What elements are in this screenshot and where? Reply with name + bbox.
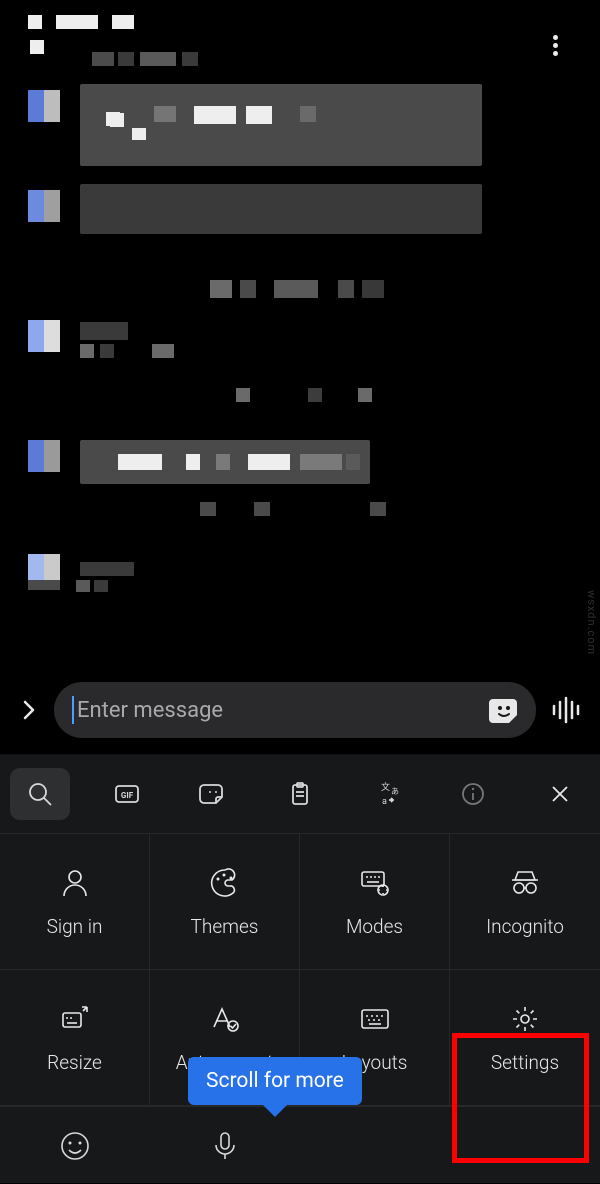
settings-button[interactable]: Settings (450, 970, 600, 1106)
scroll-tooltip: Scroll for more (188, 1057, 362, 1105)
cell-label: Incognito (486, 915, 564, 938)
sign-in-button[interactable]: Sign in (0, 834, 150, 970)
gear-icon (507, 1001, 543, 1037)
modes-icon (357, 865, 393, 901)
cell-label: Modes (346, 915, 403, 938)
microphone-button[interactable] (150, 1129, 300, 1163)
message-bubble[interactable] (80, 84, 482, 166)
cell-label: Resize (47, 1051, 102, 1074)
resize-icon (57, 1001, 93, 1037)
palette-icon (207, 865, 243, 901)
sticker-icon[interactable] (183, 768, 243, 820)
incognito-icon (507, 865, 543, 901)
keyboard-icon (357, 1001, 393, 1037)
cell-label: Settings (491, 1051, 559, 1074)
avatar (28, 320, 60, 352)
emoji-button[interactable] (0, 1129, 150, 1163)
person-icon (57, 865, 93, 901)
cell-label: Themes (191, 915, 259, 938)
keyboard-toolbar: GIF 文あa (0, 755, 600, 833)
svg-text:あ: あ (391, 787, 399, 796)
avatar (28, 190, 60, 222)
incognito-button[interactable]: Incognito (450, 834, 600, 970)
avatar (28, 90, 60, 122)
keyboard-bottom-row (0, 1106, 600, 1184)
gif-icon[interactable]: GIF (97, 768, 157, 820)
resize-button[interactable]: Resize (0, 970, 150, 1106)
sticker-emoji-button[interactable] (488, 694, 522, 728)
message-placeholder: Enter message (77, 698, 223, 723)
svg-text:GIF: GIF (121, 791, 134, 800)
keyboard-panel: GIF 文あa Sign in Themes Modes (0, 754, 600, 1183)
cell-label: Sign in (47, 915, 103, 938)
message-input-row: Enter message (0, 666, 600, 754)
close-icon[interactable] (530, 768, 590, 820)
svg-text:文: 文 (381, 781, 390, 793)
watermark: wsxdn.com (585, 590, 598, 655)
autocorrect-icon (207, 1001, 243, 1037)
modes-button[interactable]: Modes (300, 834, 450, 970)
search-icon[interactable] (10, 768, 70, 820)
expand-button[interactable] (14, 699, 44, 721)
message-input[interactable]: Enter message (54, 682, 536, 738)
svg-text:a: a (382, 797, 387, 807)
mic-icon (208, 1129, 242, 1163)
themes-button[interactable]: Themes (150, 834, 300, 970)
smiley-icon (58, 1129, 92, 1163)
more-menu-button[interactable] (540, 30, 570, 60)
info-icon[interactable] (443, 768, 503, 820)
message-bubble[interactable] (80, 184, 482, 234)
voice-waveform-button[interactable] (546, 693, 586, 727)
translate-icon[interactable]: 文あa (357, 768, 417, 820)
clipboard-icon[interactable] (270, 768, 330, 820)
avatar (28, 440, 60, 472)
chat-area (0, 0, 600, 754)
